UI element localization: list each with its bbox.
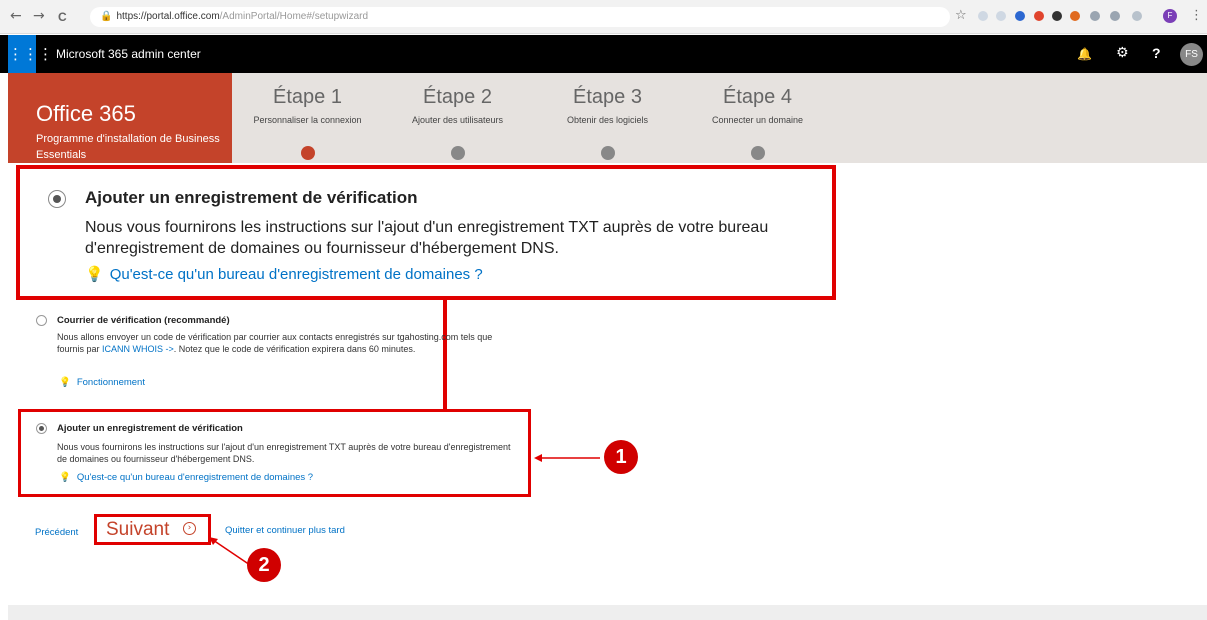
- icann-whois-link[interactable]: ICANN WHOIS ->: [102, 344, 174, 354]
- chevron-right-circle-icon: ›: [183, 522, 196, 535]
- page-footer: [8, 605, 1207, 620]
- extension-icon[interactable]: [1052, 11, 1062, 21]
- url-path: /AdminPortal/Home#/setupwizard: [219, 11, 369, 22]
- extension-icon[interactable]: [1090, 11, 1100, 21]
- step-indicator-dot: [751, 146, 765, 160]
- extension-icon[interactable]: [1070, 11, 1080, 21]
- registrar-info-label: Qu'est-ce qu'un bureau d'enregistrement …: [76, 472, 314, 483]
- extension-icon[interactable]: [978, 11, 988, 21]
- option-mail-title: Courrier de vérification (recommandé): [57, 315, 230, 326]
- lightbulb-icon: 💡: [85, 265, 104, 283]
- annotation-badge-2: 2: [247, 548, 281, 582]
- zoom-radio-selected[interactable]: [48, 190, 66, 208]
- zoom-link-label: Qu'est-ce qu'un bureau d'enregistrement …: [109, 266, 483, 283]
- step-subtitle: Ajouter des utilisateurs: [411, 115, 504, 125]
- lightbulb-icon: 💡: [59, 472, 71, 483]
- step-indicator-dot: [601, 146, 615, 160]
- how-it-works-label: Fonctionnement: [76, 377, 145, 388]
- reload-icon[interactable]: C: [58, 10, 67, 24]
- step-indicator-dot: [301, 146, 315, 160]
- how-it-works-link[interactable]: 💡 Fonctionnement: [59, 377, 145, 388]
- radio-mail-verification[interactable]: [36, 315, 47, 326]
- step-subtitle: Obtenir des logiciels: [566, 115, 649, 125]
- step-title: Étape 3: [573, 86, 642, 108]
- app-launcher-icon[interactable]: ⋮⋮⋮: [8, 35, 53, 73]
- step-title: Étape 2: [423, 86, 492, 108]
- profile-avatar[interactable]: F: [1163, 9, 1177, 23]
- option-txt-description: Nous vous fournirons les instructions su…: [57, 442, 511, 464]
- back-icon[interactable]: ←: [10, 9, 22, 23]
- arrow-2-line: [212, 539, 251, 566]
- lightbulb-icon: 💡: [59, 377, 71, 388]
- radio-txt-record[interactable]: [36, 423, 47, 434]
- brand-title: Office 365: [36, 101, 136, 126]
- brand-subtitle: Programme d'installation de Business Ess…: [36, 133, 220, 161]
- step-subtitle: Personnaliser la connexion: [253, 115, 362, 125]
- forward-icon[interactable]: →: [33, 9, 45, 23]
- url-host: https://portal.office.com: [116, 11, 220, 22]
- option-mail-description: Nous allons envoyer un code de vérificat…: [57, 331, 517, 355]
- zoom-option-description: Nous vous fournirons les instructions su…: [85, 219, 769, 257]
- step-indicator-dot: [451, 146, 465, 160]
- wizard-brand-panel: Office 365 Programme d'installation de B…: [8, 73, 232, 163]
- notifications-bell-icon[interactable]: 🔔: [1077, 47, 1092, 61]
- registrar-info-link[interactable]: 💡 Qu'est-ce qu'un bureau d'enregistrement…: [59, 472, 313, 483]
- help-icon[interactable]: ?: [1152, 45, 1161, 61]
- browser-menu-icon[interactable]: ⋮: [1190, 8, 1203, 23]
- extension-icon[interactable]: [1110, 11, 1120, 21]
- previous-link[interactable]: Précédent: [35, 527, 78, 538]
- quit-continue-later-link[interactable]: Quitter et continuer plus tard: [225, 525, 345, 536]
- extension-icon[interactable]: [1034, 11, 1044, 21]
- zoom-option-title: Ajouter un enregistrement de vérificatio…: [85, 188, 418, 207]
- next-button-label: Suivant: [106, 519, 170, 540]
- arrow-1-head: [534, 454, 542, 462]
- wizard-step-3[interactable]: Étape 3 Obtenir des logiciels: [535, 86, 680, 125]
- next-button[interactable]: Suivant ›: [94, 514, 211, 545]
- step-title: Étape 1: [273, 86, 342, 108]
- annotation-badge-1: 1: [604, 440, 638, 474]
- zoom-callout: Ajouter un enregistrement de vérificatio…: [16, 165, 836, 300]
- browser-toolbar: ← → C 🔒 https://portal.office.com/AdminPo…: [0, 0, 1207, 34]
- zoom-registrar-link[interactable]: 💡 Qu'est-ce qu'un bureau d'enregistrement…: [85, 265, 483, 283]
- extension-icon[interactable]: [996, 11, 1006, 21]
- wizard-step-4[interactable]: Étape 4 Connecter un domaine: [685, 86, 830, 125]
- app-title[interactable]: Microsoft 365 admin center: [56, 47, 201, 61]
- wizard-step-2[interactable]: Étape 2 Ajouter des utilisateurs: [385, 86, 530, 125]
- option-mail-text-end: . Notez que le code de vérification expi…: [173, 344, 416, 354]
- address-bar[interactable]: 🔒 https://portal.office.com/AdminPortal/H…: [90, 7, 950, 27]
- bookmark-star-icon[interactable]: ☆: [955, 8, 967, 23]
- step-title: Étape 4: [723, 86, 792, 108]
- option-txt-title: Ajouter un enregistrement de vérificatio…: [57, 423, 243, 434]
- extension-icon[interactable]: [1015, 11, 1025, 21]
- lock-icon: 🔒: [100, 11, 113, 22]
- step-subtitle: Connecter un domaine: [711, 115, 804, 125]
- extension-icon[interactable]: [1132, 11, 1142, 21]
- user-avatar[interactable]: FS: [1180, 43, 1203, 66]
- settings-gear-icon[interactable]: ⚙: [1116, 45, 1129, 61]
- wizard-step-1[interactable]: Étape 1 Personnaliser la connexion: [235, 86, 380, 125]
